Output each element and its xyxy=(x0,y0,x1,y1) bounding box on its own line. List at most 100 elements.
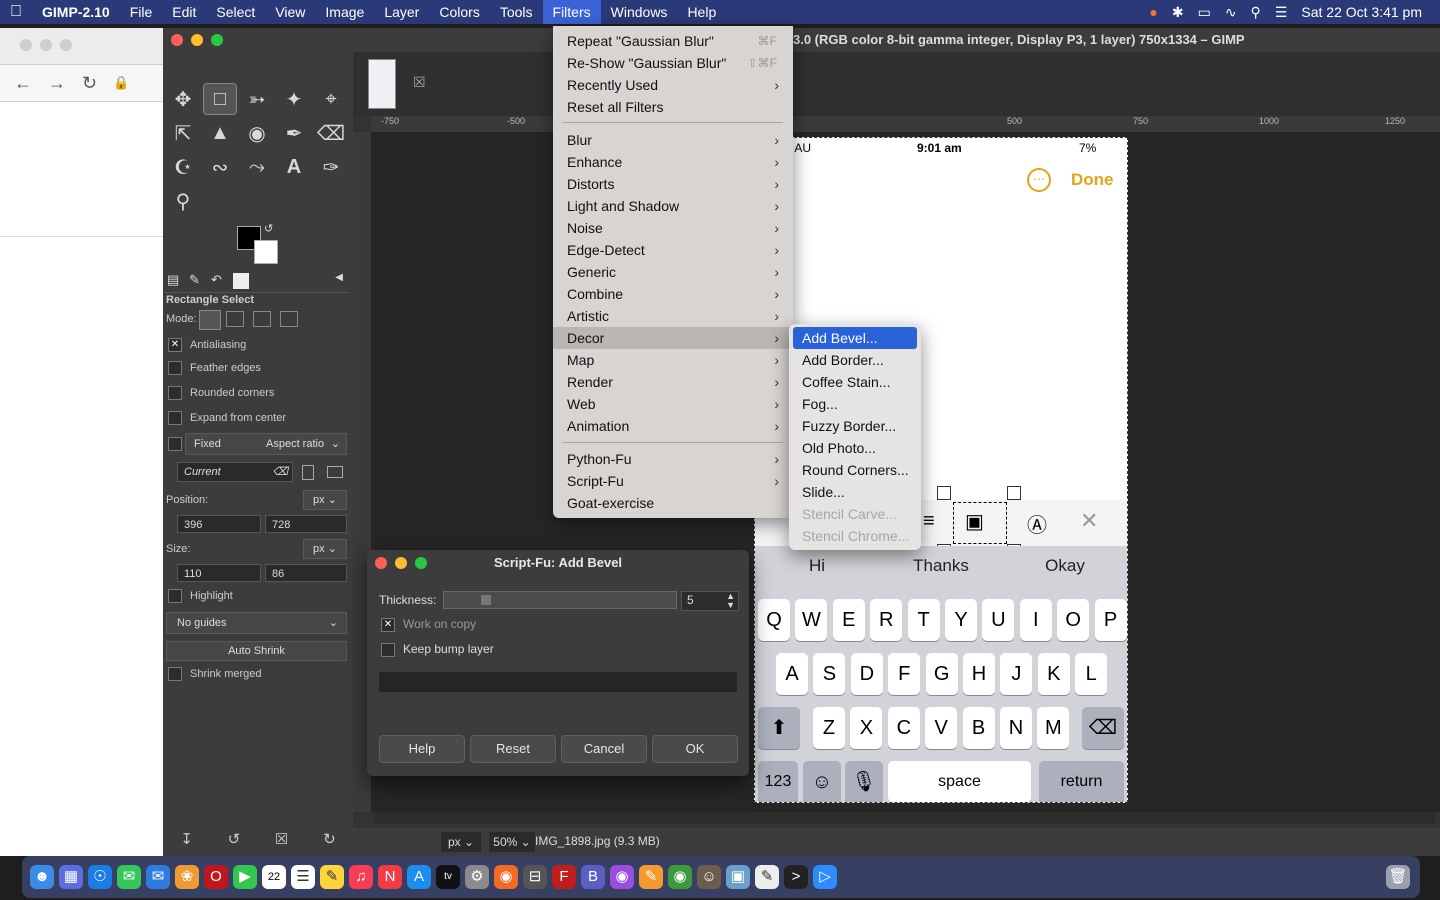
work-on-copy-row[interactable]: ✕ Work on copy xyxy=(381,617,476,632)
size-width-field[interactable]: 110 xyxy=(177,564,261,582)
feather-row[interactable]: Feather edges xyxy=(168,361,261,375)
guides-dropdown[interactable]: No guides ⌄ xyxy=(166,612,347,634)
calendar-icon[interactable]: 22 xyxy=(262,865,286,889)
opera-icon[interactable]: O xyxy=(204,865,228,889)
mode-replace-button[interactable] xyxy=(199,310,221,330)
menu-item-map[interactable]: Map › xyxy=(553,349,793,371)
zoom-icon[interactable]: ▷ xyxy=(813,865,837,889)
clone-tool-icon[interactable]: ☪ xyxy=(167,152,199,182)
safari-icon[interactable]: ☉ xyxy=(88,865,112,889)
decor-item-old-photo[interactable]: Old Photo... xyxy=(793,437,917,459)
launchpad-icon[interactable]: ▦ xyxy=(59,865,83,889)
background-color-swatch[interactable] xyxy=(254,240,278,264)
firefox-icon[interactable]: ◉ xyxy=(494,865,518,889)
decor-item-fuzzy-border[interactable]: Fuzzy Border... xyxy=(793,415,917,437)
mode-intersect-button[interactable] xyxy=(280,311,298,327)
aspect-current-field[interactable]: Current ⌫ xyxy=(177,462,293,482)
menu-select[interactable]: Select xyxy=(206,0,265,24)
menu-item-goat-exercise[interactable]: Goat-exercise xyxy=(553,492,793,514)
toolbox-minimize-button[interactable] xyxy=(191,34,203,46)
move-tool-icon[interactable]: ✥ xyxy=(167,84,199,114)
antialiasing-checkbox[interactable]: ✕ xyxy=(168,338,182,352)
zoom-dropdown[interactable]: 50% ⌄ xyxy=(489,832,535,852)
position-unit-dropdown[interactable]: px ⌄ xyxy=(303,490,347,510)
text-tool-icon[interactable]: A xyxy=(278,152,310,182)
menu-item-blur[interactable]: Blur › xyxy=(553,129,793,151)
auto-shrink-button[interactable]: Auto Shrink xyxy=(166,641,347,661)
cancel-button[interactable]: Cancel xyxy=(561,735,647,763)
menu-filters[interactable]: Filters xyxy=(542,0,601,24)
decor-item-round-corners[interactable]: Round Corners... xyxy=(793,459,917,481)
menu-item-artistic[interactable]: Artistic › xyxy=(553,305,793,327)
control-center-icon[interactable]: ☰ xyxy=(1275,4,1288,21)
antialiasing-row[interactable]: ✕ Antialiasing xyxy=(168,338,246,352)
dock-menu-icon[interactable]: ◀ xyxy=(335,272,343,283)
browser-close-button[interactable] xyxy=(20,39,32,51)
app-status-icon[interactable]: ● xyxy=(1149,4,1157,20)
coords-unit-dropdown[interactable]: px ⌄ xyxy=(441,832,481,852)
keep-bump-row[interactable]: Keep bump layer xyxy=(381,642,494,657)
thickness-slider-knob[interactable] xyxy=(481,595,491,605)
menu-item-reset-all-filters[interactable]: Reset all Filters xyxy=(553,96,793,118)
menu-item-repeat-last[interactable]: Repeat "Gaussian Blur" ⌘F xyxy=(553,30,793,52)
image-thumbnail[interactable] xyxy=(368,59,396,109)
keep-bump-checkbox[interactable] xyxy=(381,642,395,657)
menu-tools[interactable]: Tools xyxy=(490,0,543,24)
menu-item-web[interactable]: Web › xyxy=(553,393,793,415)
rounded-row[interactable]: Rounded corners xyxy=(168,386,274,400)
size-unit-dropdown[interactable]: px ⌄ xyxy=(303,539,347,559)
messages-icon[interactable]: ✉ xyxy=(117,865,141,889)
decor-item-add-bevel[interactable]: Add Bevel... xyxy=(793,327,917,349)
restore-options-icon[interactable]: ↺ xyxy=(228,830,241,848)
pages-icon[interactable]: ✎ xyxy=(639,865,663,889)
swap-colors-icon[interactable]: ↺ xyxy=(264,222,273,235)
chrome-icon[interactable]: ◉ xyxy=(668,865,692,889)
portrait-icon[interactable] xyxy=(302,465,314,480)
menu-item-edge-detect[interactable]: Edge-Detect › xyxy=(553,239,793,261)
menu-item-light-and-shadow[interactable]: Light and Shadow › xyxy=(553,195,793,217)
reset-options-icon[interactable]: ↻ xyxy=(323,830,336,848)
fixed-checkbox[interactable] xyxy=(168,437,182,451)
photos-icon[interactable]: ❀ xyxy=(175,865,199,889)
menu-image[interactable]: Image xyxy=(315,0,374,24)
work-on-copy-checkbox[interactable]: ✕ xyxy=(381,617,395,632)
paths-tool-icon[interactable]: ⤳ xyxy=(241,152,273,182)
warp-tool-icon[interactable]: ▲ xyxy=(204,118,236,148)
reset-button[interactable]: Reset xyxy=(470,735,556,763)
music-icon[interactable]: ♫ xyxy=(349,865,373,889)
lasso-tool-icon[interactable]: ➳ xyxy=(241,84,273,114)
close-tab-icon[interactable]: ☒ xyxy=(413,74,426,91)
apple-menu-icon[interactable]:  xyxy=(0,0,32,24)
battery-icon[interactable]: ▭ xyxy=(1198,4,1211,21)
menu-item-combine[interactable]: Combine › xyxy=(553,283,793,305)
save-options-icon[interactable]: ↧ xyxy=(180,830,193,848)
decor-item-add-border[interactable]: Add Border... xyxy=(793,349,917,371)
highlight-checkbox[interactable] xyxy=(168,589,182,603)
highlight-row[interactable]: Highlight xyxy=(168,589,233,603)
position-x-field[interactable]: 396 xyxy=(177,515,261,533)
back-arrow-icon[interactable]: ← xyxy=(14,73,32,94)
thickness-slider[interactable] xyxy=(443,591,677,609)
preview-icon[interactable]: ▣ xyxy=(726,865,750,889)
bluetooth-icon[interactable]: ✱ xyxy=(1172,4,1184,21)
landscape-icon[interactable] xyxy=(327,466,343,478)
menu-item-script-fu[interactable]: Script-Fu › xyxy=(553,470,793,492)
browser-minimize-button[interactable] xyxy=(40,39,52,51)
menu-layer[interactable]: Layer xyxy=(374,0,429,24)
decor-item-coffee-stain[interactable]: Coffee Stain... xyxy=(793,371,917,393)
zoom-tool-icon[interactable]: ⚲ xyxy=(167,186,199,216)
facetime-icon[interactable]: ▶ xyxy=(233,865,257,889)
eraser-tool-icon[interactable]: ⌫ xyxy=(315,118,347,148)
menu-view[interactable]: View xyxy=(265,0,315,24)
menu-item-render[interactable]: Render › xyxy=(553,371,793,393)
position-y-field[interactable]: 728 xyxy=(265,515,347,533)
crop-tool-icon[interactable]: ⌖ xyxy=(315,84,347,114)
fixed-dropdown[interactable]: Fixed Aspect ratio ⌄ xyxy=(185,433,347,455)
gimp-icon[interactable]: ☺ xyxy=(697,865,721,889)
decor-item-slide[interactable]: Slide... xyxy=(793,481,917,503)
menu-colors[interactable]: Colors xyxy=(429,0,489,24)
reload-icon[interactable]: ↻ xyxy=(82,73,97,94)
thickness-spinbox[interactable]: 5 ▲ ▼ xyxy=(681,591,739,611)
bbedit-icon[interactable]: B xyxy=(581,865,605,889)
device-status-tab-icon[interactable]: ✎ xyxy=(189,272,200,288)
